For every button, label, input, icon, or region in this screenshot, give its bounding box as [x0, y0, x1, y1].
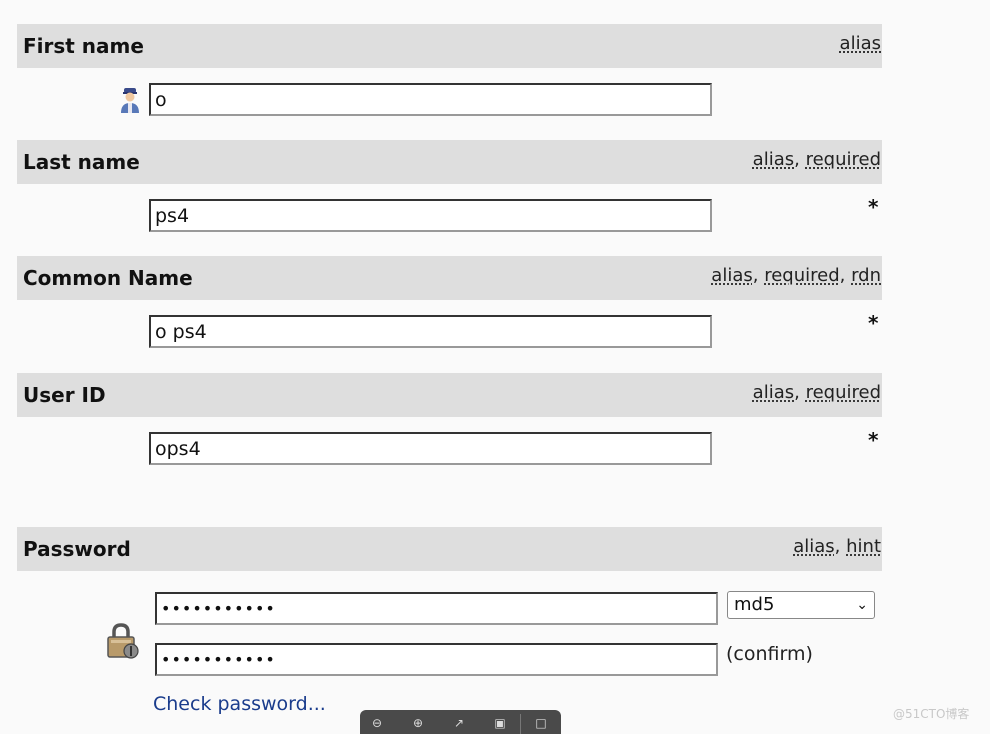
toolbar-divider	[520, 714, 521, 734]
common-name-input[interactable]	[149, 315, 712, 348]
common-name-header: Common Name alias, required, rdn	[17, 256, 882, 300]
last-name-title: Last name	[23, 150, 140, 174]
hint-link[interactable]: hint	[846, 536, 881, 557]
hash-method-value: md5	[734, 594, 775, 615]
first-name-header: First name alias	[17, 24, 882, 68]
rotate-icon[interactable]: ▣	[493, 716, 507, 730]
user-id-input[interactable]	[149, 432, 712, 465]
confirm-label: (confirm)	[726, 643, 813, 665]
password-title: Password	[23, 537, 131, 561]
padlock-icon	[105, 622, 141, 660]
rdn-link[interactable]: rdn	[851, 265, 881, 286]
alias-link[interactable]: alias	[793, 536, 834, 557]
common-name-title: Common Name	[23, 266, 193, 290]
alias-link[interactable]: alias	[711, 265, 752, 286]
required-link[interactable]: required	[806, 382, 881, 403]
common-name-links: alias, required, rdn	[711, 265, 881, 286]
required-marker: *	[868, 311, 879, 335]
first-name-input[interactable]	[149, 83, 712, 116]
check-password-link[interactable]: Check password...	[153, 693, 326, 715]
page-icon[interactable]: □	[534, 716, 548, 730]
alias-link[interactable]: alias	[753, 382, 794, 403]
user-id-title: User ID	[23, 383, 106, 407]
last-name-header: Last name alias, required	[17, 140, 882, 184]
person-icon	[117, 86, 143, 114]
first-name-title: First name	[23, 34, 144, 58]
zoom-out-icon[interactable]: ⊖	[370, 716, 384, 730]
watermark: @51CTO博客	[893, 707, 970, 721]
last-name-links: alias, required	[752, 149, 881, 170]
user-id-links: alias, required	[752, 382, 881, 403]
last-name-input[interactable]	[149, 199, 712, 232]
user-id-header: User ID alias, required	[17, 373, 882, 417]
viewer-toolbar: ⊖ ⊕ ↗ ▣ □	[360, 710, 561, 734]
password-input[interactable]	[155, 592, 718, 625]
required-link[interactable]: required	[806, 149, 881, 170]
zoom-in-icon[interactable]: ⊕	[411, 716, 425, 730]
required-marker: *	[868, 428, 879, 452]
required-marker: *	[868, 195, 879, 219]
alias-link[interactable]: alias	[753, 149, 794, 170]
first-name-links: alias	[840, 24, 881, 64]
required-link[interactable]: required	[764, 265, 839, 286]
chevron-down-icon: ⌄	[856, 597, 868, 613]
fullscreen-icon[interactable]: ↗	[452, 716, 466, 730]
password-links: alias, hint	[793, 536, 881, 557]
hash-method-select[interactable]: md5 ⌄	[727, 591, 875, 619]
password-header: Password alias, hint	[17, 527, 882, 571]
alias-link[interactable]: alias	[840, 33, 881, 54]
password-confirm-input[interactable]	[155, 643, 718, 676]
